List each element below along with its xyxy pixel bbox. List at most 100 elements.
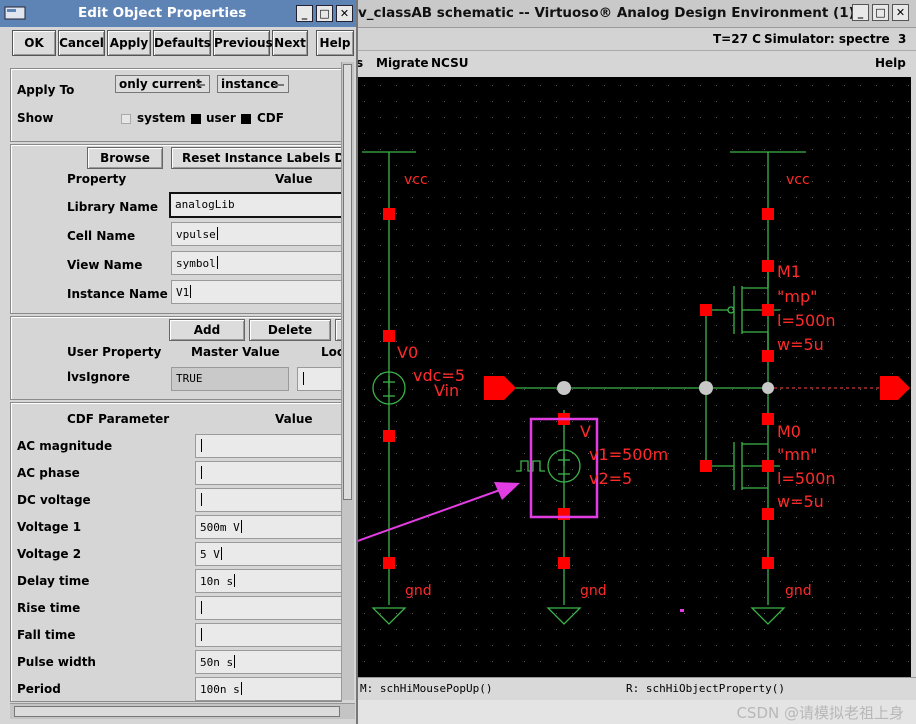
label-vcc-left: vcc <box>404 172 428 188</box>
show-cdf-checkbox[interactable] <box>241 114 251 124</box>
mouse-left-binding: M: schHiMousePopUp() <box>360 682 493 695</box>
dialog-vertical-scrollbar[interactable] <box>341 62 354 700</box>
show-user-label: user <box>206 111 236 125</box>
view-name-label: View Name <box>67 258 143 272</box>
library-name-field[interactable]: analogLib <box>169 192 341 218</box>
delay-time-field[interactable]: 10n s <box>195 569 341 593</box>
label-vcc-right: vcc <box>786 172 810 188</box>
next-button[interactable]: Next <box>272 30 308 56</box>
cdf-label-ac-phase: AC phase <box>17 466 80 480</box>
show-system-checkbox[interactable] <box>121 114 131 124</box>
property-header: Property <box>67 172 127 186</box>
vertical-scroll-thumb[interactable] <box>343 64 352 500</box>
bottom-strip: CSDN @请模拟老祖上身 <box>356 700 916 724</box>
browse-button[interactable]: Browse <box>87 147 163 169</box>
dialog-toolbar: OK Cancel Apply Defaults Previous Next H… <box>0 28 356 58</box>
apply-to-kind-dropdown[interactable]: instance <box>217 75 289 93</box>
close-icon[interactable]: ✕ <box>892 4 909 21</box>
view-name-value: symbol <box>176 257 216 270</box>
cdf-label-fall-time: Fall time <box>17 628 76 642</box>
defaults-button[interactable]: Defaults <box>153 30 211 56</box>
label-m0-model: "mn" <box>777 445 817 464</box>
add-button[interactable]: Add <box>169 319 245 341</box>
schematic-canvas[interactable]: vcc vcc V0 vdc=5 Vin V v1=500m v2=5 M1 "… <box>356 77 911 677</box>
voltage-2-value: 5 V <box>200 548 220 561</box>
label-m1-model: "mp" <box>777 287 817 306</box>
dialog-close-icon[interactable]: ✕ <box>336 5 353 22</box>
maximize-icon[interactable]: □ <box>872 4 889 21</box>
user-property-section: Add Delete User Property Master Value Lo… <box>10 316 342 400</box>
label-v1-param1: v1=500m <box>589 445 668 464</box>
dialog-maximize-icon[interactable]: □ <box>316 5 333 22</box>
cdf-parameter-section: CDF Parameter Value AC magnitude AC phas… <box>10 402 342 702</box>
view-name-field[interactable]: symbol <box>171 251 341 275</box>
schematic-drawing[interactable]: vcc vcc V0 vdc=5 Vin V v1=500m v2=5 M1 "… <box>356 77 911 677</box>
voltage-2-field[interactable]: 5 V <box>195 542 341 566</box>
cell-name-label: Cell Name <box>67 229 136 243</box>
master-value-header: Master Value <box>191 345 280 359</box>
lvs-ignore-master-value: TRUE <box>171 367 289 391</box>
horizontal-scroll-thumb[interactable] <box>14 706 340 717</box>
simulator-status: Simulator: spectre <box>764 32 890 46</box>
cdf-label-pulse-width: Pulse width <box>17 655 96 669</box>
previous-button[interactable]: Previous <box>213 30 273 56</box>
show-user-checkbox[interactable] <box>191 114 201 124</box>
watermark: CSDN @请模拟老祖上身 <box>736 704 904 722</box>
dialog-horizontal-scrollbar[interactable] <box>10 703 355 719</box>
lvs-ignore-value: TRUE <box>176 372 203 385</box>
apply-to-scope-value: only current <box>119 77 202 91</box>
property-section: Browse Reset Instance Labels Display Pro… <box>10 144 342 314</box>
dialog-app-icon <box>4 6 26 20</box>
window-number: 3 <box>898 32 907 46</box>
temperature-status: T=27 C <box>713 32 761 46</box>
apply-button[interactable]: Apply <box>107 30 151 56</box>
reset-instance-labels-button[interactable]: Reset Instance Labels Display <box>171 147 341 169</box>
ok-button[interactable]: OK <box>12 30 56 56</box>
voltage-1-field[interactable]: 500m V <box>195 515 341 539</box>
period-field[interactable]: 100n s <box>195 677 341 701</box>
lvs-ignore-local-field[interactable] <box>297 367 341 391</box>
menu-bar: s Migrate NCSU Help <box>356 51 916 75</box>
rise-time-field[interactable] <box>195 596 341 620</box>
lvs-ignore-label: lvsIgnore <box>67 370 130 384</box>
library-name-value: analogLib <box>175 198 235 211</box>
cdf-label-rise-time: Rise time <box>17 601 81 615</box>
label-m1: M1 <box>777 262 801 281</box>
main-window-titlebar[interactable]: v_classAB schematic -- Virtuoso® Analog … <box>356 0 916 28</box>
instance-name-field[interactable]: V1 <box>171 280 341 304</box>
edit-object-properties-dialog: Edit Object Properties _ □ ✕ OK Cancel A… <box>0 0 358 724</box>
show-system-label: system <box>137 111 186 125</box>
label-m0-w: w=5u <box>777 492 824 511</box>
label-m0: M0 <box>777 422 801 441</box>
help-button[interactable]: Help <box>316 30 354 56</box>
ac-magnitude-field[interactable] <box>195 434 341 458</box>
label-m0-l: l=500n <box>777 469 836 488</box>
minimize-icon[interactable]: _ <box>852 4 869 21</box>
cell-name-value: vpulse <box>176 228 216 241</box>
cell-name-field[interactable]: vpulse <box>171 222 341 246</box>
label-gnd-mid: gnd <box>580 583 607 599</box>
show-cdf-label: CDF <box>257 111 284 125</box>
dialog-titlebar[interactable]: Edit Object Properties _ □ ✕ <box>0 0 356 27</box>
menu-item-migrate[interactable]: Migrate <box>376 56 429 70</box>
dialog-title: Edit Object Properties <box>78 5 247 21</box>
label-m1-l: l=500n <box>777 311 836 330</box>
label-gnd-right: gnd <box>785 583 812 599</box>
voltage-1-value: 500m V <box>200 521 240 534</box>
pulse-width-field[interactable]: 50n s <box>195 650 341 674</box>
cancel-button[interactable]: Cancel <box>58 30 105 56</box>
fall-time-field[interactable] <box>195 623 341 647</box>
delete-button[interactable]: Delete <box>249 319 331 341</box>
cdf-label-voltage-1: Voltage 1 <box>17 520 82 534</box>
apply-to-section: Apply To only current instance Show syst… <box>10 68 342 142</box>
cdf-label-voltage-2: Voltage 2 <box>17 547 82 561</box>
ac-phase-field[interactable] <box>195 461 341 485</box>
instance-name-value: V1 <box>176 286 190 299</box>
selection-marker <box>680 609 684 612</box>
dc-voltage-field[interactable] <box>195 488 341 512</box>
apply-to-scope-dropdown[interactable]: only current <box>115 75 210 93</box>
dialog-minimize-icon[interactable]: _ <box>296 5 313 22</box>
menu-item-ncsu[interactable]: NCSU <box>431 56 468 70</box>
instance-name-label: Instance Name <box>67 287 168 301</box>
menu-item-help[interactable]: Help <box>875 56 906 70</box>
